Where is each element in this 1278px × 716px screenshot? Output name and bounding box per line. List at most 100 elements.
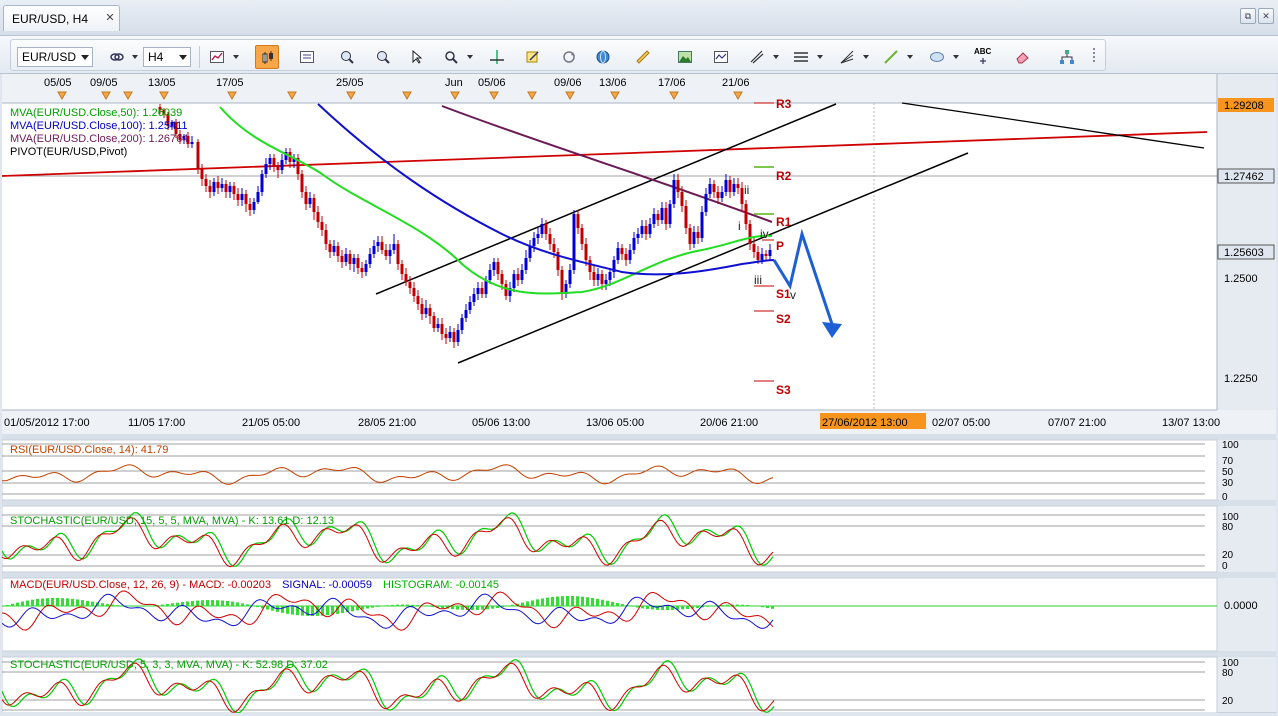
candle-body (236, 194, 240, 200)
chevron-down-icon (179, 55, 187, 60)
globe-button[interactable] (591, 45, 615, 69)
zoom-out-icon (377, 51, 390, 64)
candle-body (212, 182, 216, 192)
annotation-button[interactable] (521, 45, 545, 69)
macd-histogram-bar (511, 604, 514, 607)
legend-mva50: MVA(EUR/USD.Close,50): 1.26039 (10, 107, 182, 119)
macd-histogram-bar (741, 604, 744, 607)
link-icon (110, 53, 124, 61)
tab-close-icon[interactable]: ✕ (104, 12, 116, 24)
macd-histogram-bar (586, 597, 589, 607)
chart-workspace[interactable]: 05/05 09/05 13/05 17/05 25/05 Jun 05/06 09/06 13… (1, 74, 1276, 714)
macd-histogram-bar (386, 605, 389, 607)
pivot-label: S2 (776, 312, 791, 326)
line-tool-button[interactable] (879, 45, 903, 69)
candle-body (400, 264, 404, 274)
candle-body (256, 192, 260, 202)
data-window-button[interactable] (295, 45, 319, 69)
chart-tab[interactable]: EUR/USD, H4 ✕ (3, 5, 120, 31)
candle-body (356, 258, 360, 268)
eraser-button[interactable] (1011, 45, 1035, 69)
candle-body (668, 204, 672, 224)
stoch1-tick-80: 80 (1222, 522, 1234, 533)
rsi-tick-50: 50 (1222, 467, 1234, 478)
chevron-down-icon[interactable] (132, 55, 138, 59)
macd-histogram-bar (416, 605, 419, 607)
chevron-down-icon[interactable] (907, 55, 913, 59)
crosshair-button[interactable] (485, 45, 509, 69)
macd-histogram-bar (11, 603, 14, 607)
link-button[interactable] (105, 45, 129, 69)
chart-toolbar: EUR/USD H4 ABC (0, 36, 1278, 74)
ruler-button[interactable] (631, 45, 655, 69)
macd-histogram-bar (546, 597, 549, 607)
chevron-down-icon[interactable] (863, 55, 869, 59)
add-chart-button[interactable] (673, 45, 697, 69)
chevron-down-icon[interactable] (953, 55, 959, 59)
time-label-11: 13/07 13:00 (1162, 417, 1220, 429)
candle-body (636, 234, 640, 238)
candle-body (352, 258, 356, 264)
symbol-select[interactable]: EUR/USD (17, 47, 93, 67)
macd-histogram-bar (6, 605, 9, 607)
candle-body (228, 186, 232, 192)
zoom-in-button[interactable] (335, 45, 359, 69)
candlestick-toggle-button[interactable] (255, 45, 279, 69)
zoom-area-button[interactable] (439, 45, 463, 69)
candle-body (200, 169, 204, 179)
candle-body (496, 262, 500, 274)
chevron-down-icon (81, 55, 89, 60)
refresh-button[interactable] (557, 45, 581, 69)
chart-canvas[interactable]: 05/05 09/05 13/05 17/05 25/05 Jun 05/06 09/06 13… (1, 74, 1276, 714)
macd-histogram-bar (686, 606, 689, 609)
close-window-icon[interactable]: ✕ (1258, 8, 1274, 24)
object-tree-button[interactable] (1055, 45, 1079, 69)
text-tool-button[interactable]: ABC (971, 45, 995, 69)
hierarchy-icon (1060, 50, 1074, 64)
chevron-down-icon[interactable] (233, 55, 239, 59)
toolbar-separator (199, 46, 200, 68)
candle-body (624, 254, 628, 260)
chart-type-button[interactable] (205, 45, 229, 69)
cursor-button[interactable] (405, 45, 429, 69)
macd-histogram-bar (746, 605, 749, 607)
timeframe-select[interactable]: H4 (143, 47, 191, 67)
candle-body (652, 214, 656, 224)
candle-body (312, 198, 316, 212)
macd-histogram-bar (461, 606, 464, 610)
macd-value: MACD(EUR/USD.Close, 12, 26, 9) - MACD: -… (10, 579, 271, 591)
macd-histogram-bar (581, 596, 584, 607)
candle-body (500, 274, 504, 284)
macd-histogram-bar (451, 606, 454, 610)
restore-window-icon[interactable]: ⧉ (1240, 8, 1256, 24)
chevron-down-icon[interactable] (817, 55, 823, 59)
candle-body (344, 254, 348, 262)
candle-body (464, 310, 468, 318)
macd-histogram-bar (646, 606, 649, 609)
macd-histogram-bar (606, 600, 609, 607)
fan-tool-button[interactable] (835, 45, 859, 69)
chevron-down-icon[interactable] (773, 55, 779, 59)
candle-body (260, 174, 264, 192)
price-tick-2: 1.2250 (1224, 373, 1258, 385)
top-date-label: 17/06 (658, 77, 686, 89)
horizontal-lines-button[interactable] (789, 45, 813, 69)
candle-body (680, 192, 684, 206)
candle-body (492, 262, 496, 270)
toolbar-overflow-grip[interactable] (1093, 48, 1099, 62)
candle-body (244, 194, 248, 204)
macd-histogram-bar (76, 599, 79, 607)
chevron-down-icon[interactable] (467, 55, 473, 59)
zoom-out-button[interactable] (371, 45, 395, 69)
wave-label: iv (760, 227, 769, 241)
indicators-button[interactable] (709, 45, 733, 69)
trendline-tool-button[interactable] (745, 45, 769, 69)
candlestick-icon (262, 51, 273, 64)
macd-histogram-bar (481, 606, 484, 610)
legend-mva100: MVA(EUR/USD.Close,100): 1.25411 (10, 120, 188, 132)
ellipse-tool-button[interactable] (925, 45, 949, 69)
macd-histogram-bar (141, 606, 144, 607)
candle-body (628, 250, 632, 260)
candle-body (632, 238, 636, 250)
macd-histogram-bar (231, 601, 234, 607)
